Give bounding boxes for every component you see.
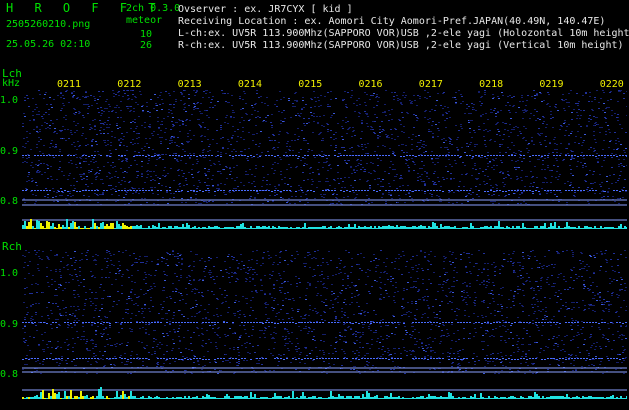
rch-freq-1-0: 1.0: [0, 268, 19, 279]
datetime-label: 25.05.26 02:10: [6, 39, 91, 50]
khz-unit-label: kHz: [2, 78, 21, 89]
rch-carrier-trace-0: [22, 322, 627, 324]
rch-spectrogram: [22, 250, 627, 402]
lch-meteor-count: 10: [140, 29, 153, 40]
rch-noise: [22, 250, 627, 374]
time-tick-0218: 0218: [479, 79, 504, 90]
lch-freq-1-0: 1.0: [0, 95, 19, 106]
filename-label: 2505260210.png: [6, 19, 91, 30]
rch-info: R-ch:ex. UV5R 113.900Mhz(SAPPORO VOR)USB…: [178, 40, 624, 51]
lch-carrier-trace-1: [22, 190, 627, 192]
lch-info: L-ch:ex. UV5R 113.900Mhz(SAPPORO VOR)USB…: [178, 28, 629, 39]
time-tick-0216: 0216: [358, 79, 383, 90]
rch-spectrogram-canvas: [22, 250, 627, 399]
rch-activity-strip: [22, 387, 627, 399]
mode-label: 2ch 0.3.0: [126, 3, 181, 14]
observer-info: Ovserver : ex. JR7CYX [ kid ]: [178, 4, 353, 15]
rch-label: Rch: [2, 240, 22, 253]
lch-spectrogram: [22, 90, 627, 232]
time-tick-0217: 0217: [418, 79, 443, 90]
lch-freq-0-9: 0.9: [0, 146, 19, 157]
lch-freq-0-8: 0.8: [0, 196, 19, 207]
time-tick-0220: 0220: [599, 79, 624, 90]
meteor-label: meteor: [126, 15, 163, 26]
rch-carrier-trace-1: [22, 358, 624, 360]
lch-noise: [22, 90, 627, 205]
rch-meteor-count: 26: [140, 40, 153, 51]
rch-freq-0-8: 0.8: [0, 369, 19, 380]
time-tick-0211: 0211: [57, 79, 82, 90]
lch-spectrogram-canvas: [22, 90, 627, 229]
time-tick-0215: 0215: [298, 79, 323, 90]
time-tick-0214: 0214: [237, 79, 262, 90]
rch-freq-0-9: 0.9: [0, 319, 19, 330]
time-tick-0213: 0213: [177, 79, 202, 90]
location-info: Receiving Location : ex. Aomori City Aom…: [178, 16, 606, 27]
time-tick-0212: 0212: [117, 79, 142, 90]
time-tick-0219: 0219: [539, 79, 564, 90]
